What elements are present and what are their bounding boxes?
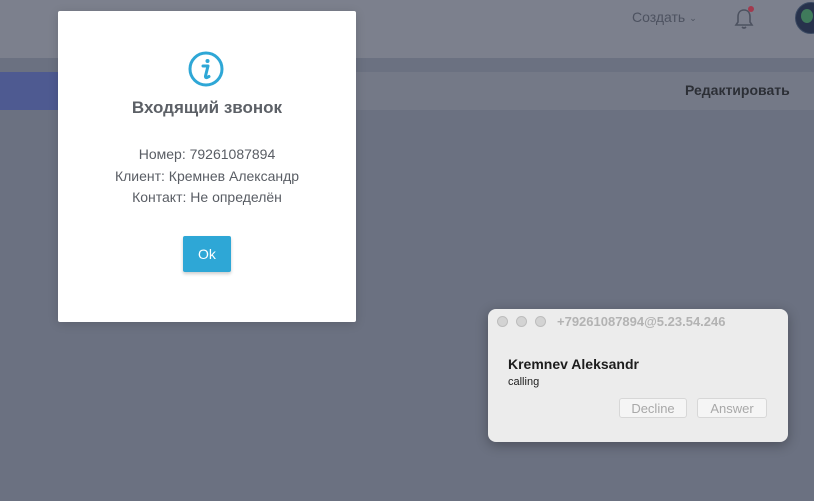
- modal-title: Входящий звонок: [131, 98, 283, 117]
- phone-number-line: Номер: 79261087894: [138, 146, 276, 162]
- contact-line: Контакт: Не определён: [132, 189, 282, 205]
- modal-details: Номер: 79261087894 Клиент: Кремнев Алекс…: [58, 144, 356, 209]
- incoming-call-modal: Входящий звонок Номер: 79261087894 Клиен…: [58, 11, 356, 322]
- window-controls: [497, 316, 546, 327]
- call-notification: +79261087894@5.23.54.246 Kremnev Aleksan…: [488, 309, 788, 442]
- create-menu-label: Создать: [632, 9, 686, 25]
- chevron-down-icon: ⌄: [689, 12, 697, 23]
- create-menu[interactable]: Создать ⌄: [632, 9, 697, 25]
- avatar[interactable]: [795, 2, 814, 34]
- minimize-window-icon[interactable]: [516, 316, 527, 327]
- notification-dot: [748, 6, 754, 12]
- close-window-icon[interactable]: [497, 316, 508, 327]
- answer-button[interactable]: Answer: [697, 398, 767, 418]
- ok-button[interactable]: Ok: [183, 236, 231, 272]
- bell-icon[interactable]: [733, 6, 755, 30]
- edit-link[interactable]: Редактировать: [685, 82, 790, 98]
- info-circle-icon: [188, 51, 224, 87]
- caller-name: Kremnev Aleksandr: [508, 356, 639, 372]
- client-line: Клиент: Кремнев Александр: [114, 167, 300, 184]
- zoom-window-icon[interactable]: [535, 316, 546, 327]
- notification-title: +79261087894@5.23.54.246: [557, 314, 726, 329]
- call-status: calling: [508, 376, 540, 388]
- decline-button[interactable]: Decline: [619, 398, 687, 418]
